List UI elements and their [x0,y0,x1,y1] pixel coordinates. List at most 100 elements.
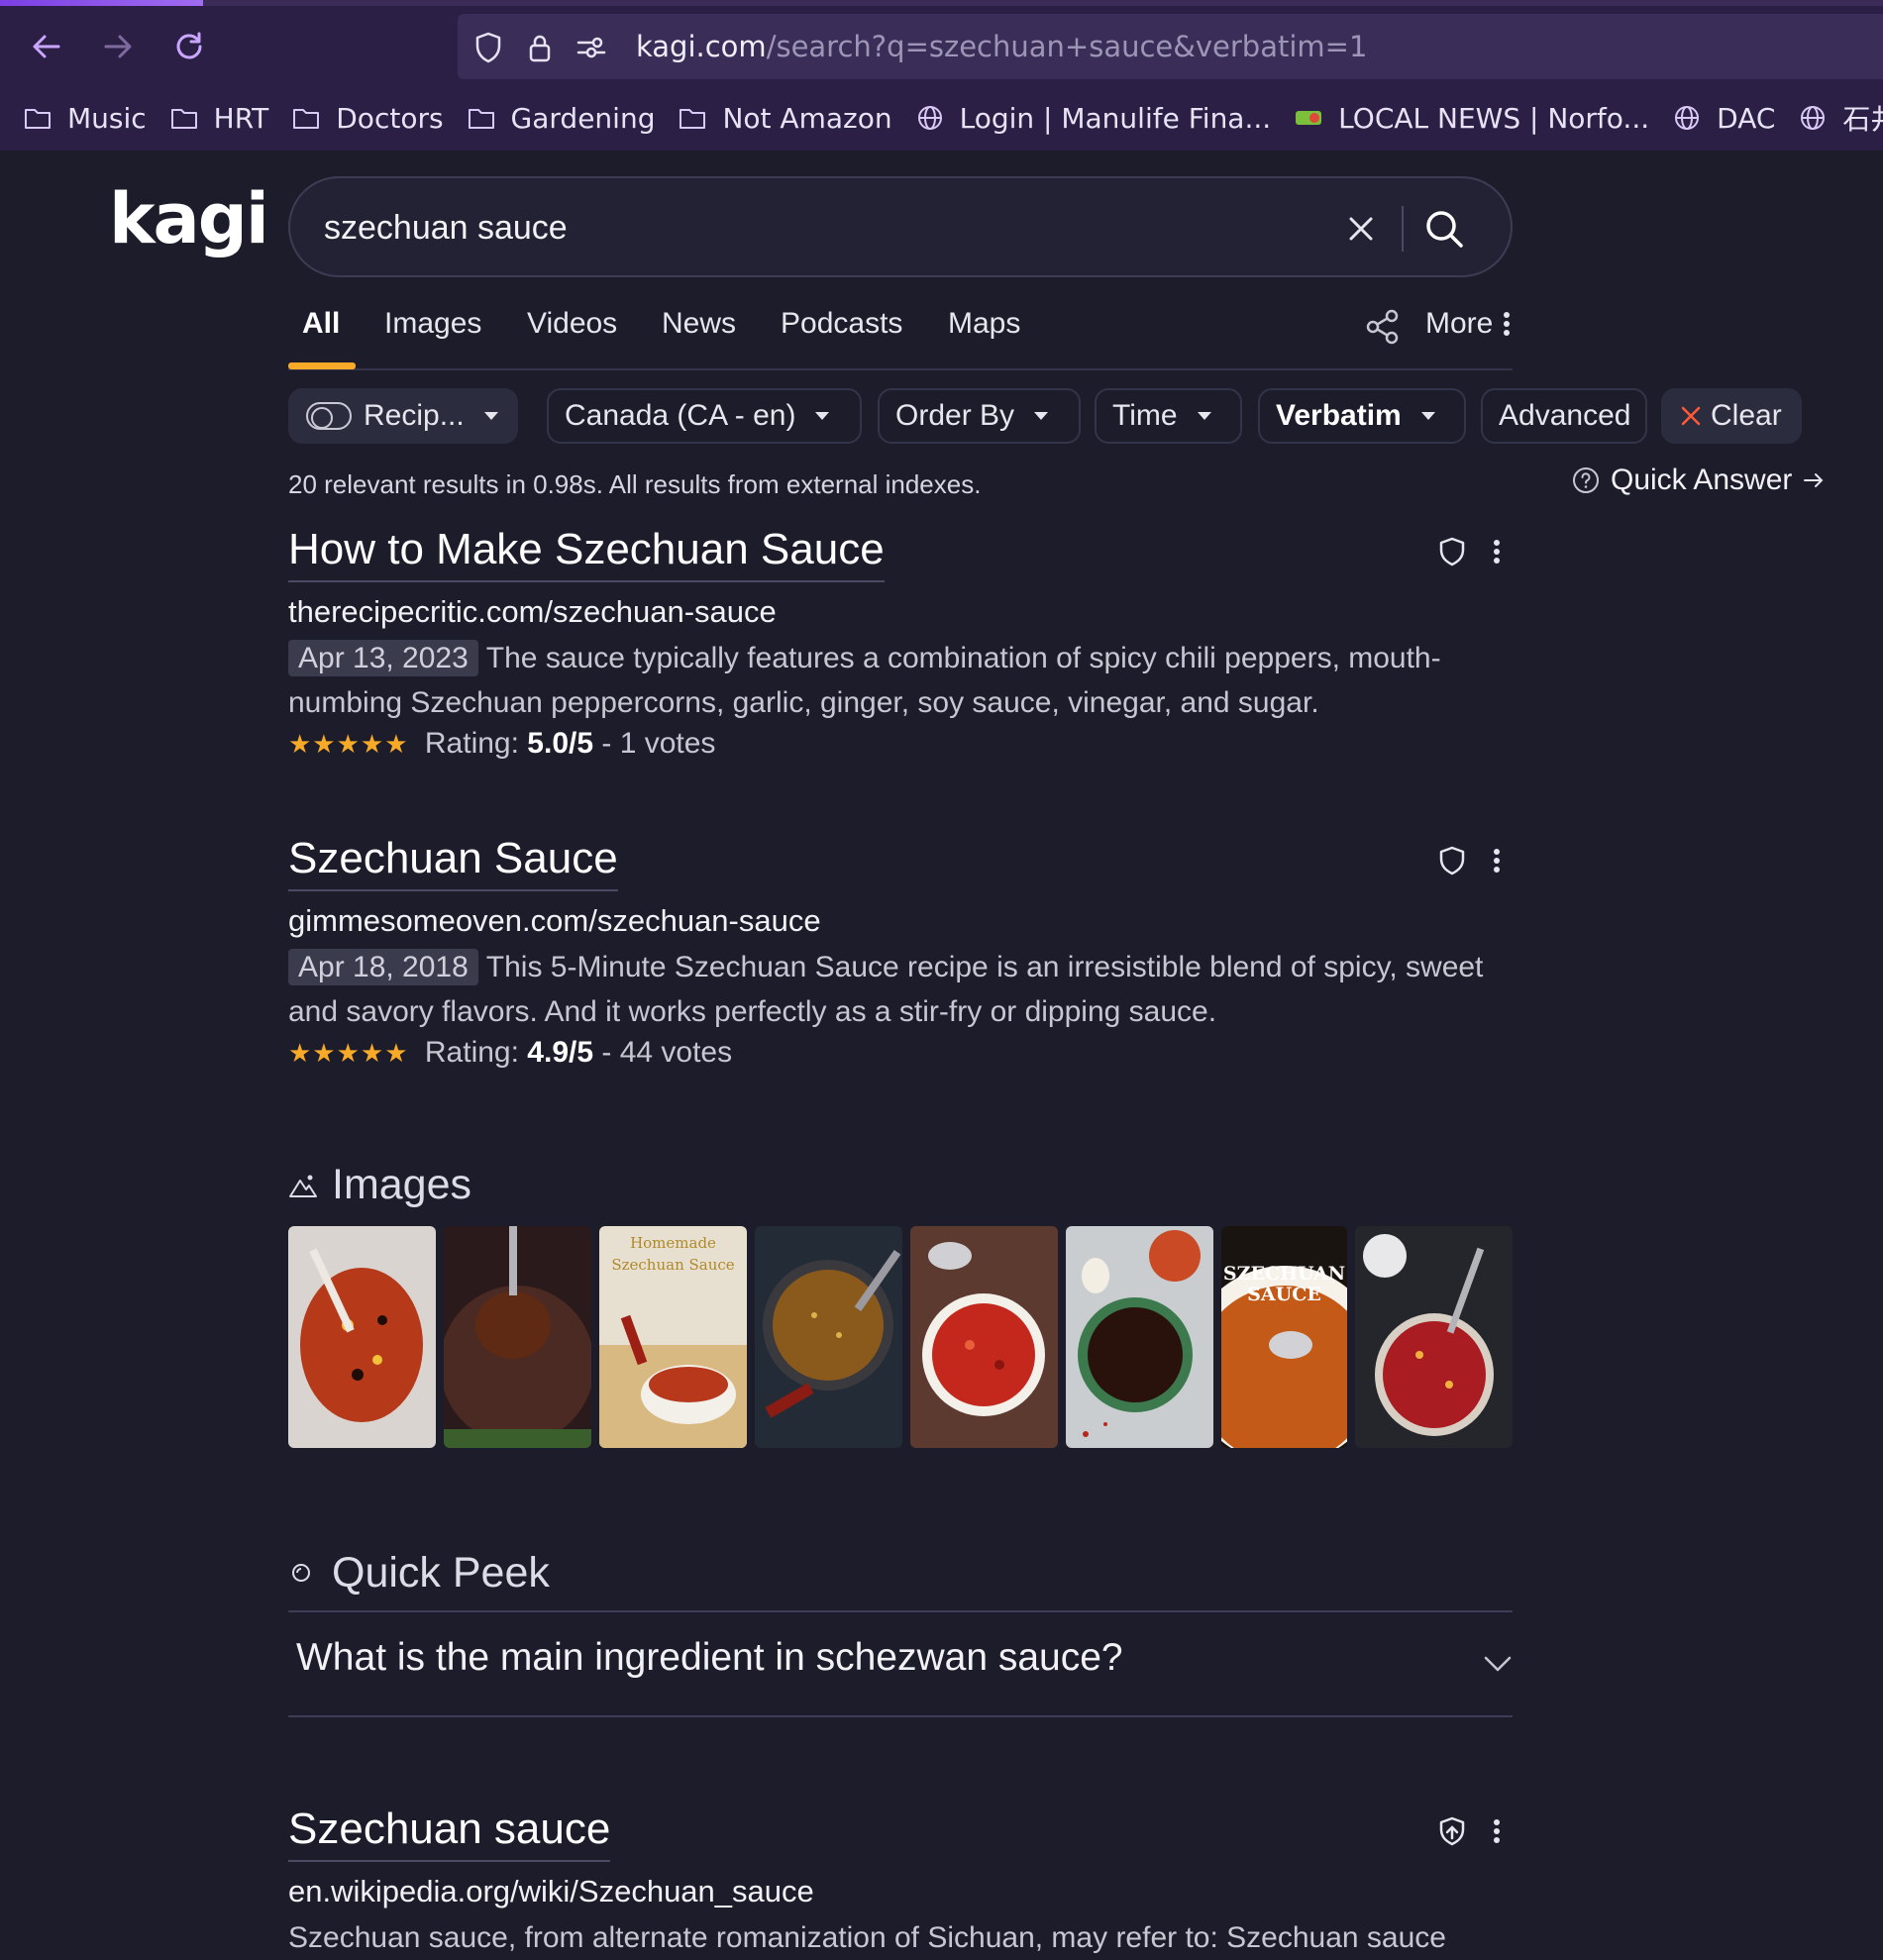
caret-down-icon [1197,412,1211,420]
rating-label: Rating: [424,1036,519,1069]
quick-peek-question[interactable]: What is the main ingredient in schezwan … [296,1636,1123,1680]
recipes-filter-label: Recip... [364,399,465,432]
shield-up-icon[interactable] [1435,1814,1469,1848]
site-permissions-icon[interactable] [575,31,608,64]
kebab-icon[interactable] [1493,848,1501,874]
image-thumbnail[interactable] [910,1226,1058,1448]
tab-all[interactable]: All [302,307,340,341]
bookmark-label: Login | Manulife Fina... [959,101,1272,135]
result-title-link[interactable]: Szechuan sauce [288,1805,611,1862]
divider [288,1715,1513,1717]
clear-filters-button[interactable]: Clear [1661,388,1802,444]
bookmark-item[interactable]: Gardening [468,101,656,135]
bookmark-item[interactable]: Not Amazon [679,101,892,135]
recipes-toggle[interactable] [306,402,352,430]
recipes-filter[interactable]: Recip... [288,388,518,444]
result-title-link[interactable]: Szechuan Sauce [288,834,618,891]
search-result: How to Make Szechuan Sauce therecipecrit… [288,525,1513,761]
bookmark-label: Doctors [336,101,444,135]
kagi-logo[interactable]: kagi [109,178,269,259]
result-date: Apr 13, 2023 [288,640,478,676]
image-thumbnail[interactable]: Homemade Szechuan Sauce [599,1226,747,1448]
tab-news[interactable]: News [662,307,736,341]
back-icon[interactable] [24,24,69,69]
time-filter[interactable]: Time [1095,388,1242,444]
bookmark-label: LOCAL NEWS | Norfo... [1338,101,1650,135]
kebab-icon[interactable] [1493,1818,1501,1844]
url-path: /search?q=szechuan+sauce&verbatim=1 [766,30,1368,63]
result-url[interactable]: therecipecritic.com/szechuan-sauce [288,594,1513,630]
chevron-down-icon[interactable] [1482,1648,1514,1680]
shield-icon[interactable] [1435,844,1469,877]
forward-icon[interactable] [95,24,141,69]
bookmark-item[interactable]: Doctors [292,101,444,135]
region-filter-label: Canada (CA - en) [565,399,796,432]
tab-podcasts[interactable]: Podcasts [781,307,902,341]
result-actions [1435,1814,1501,1848]
folder-icon [170,106,206,130]
search-icon[interactable] [1419,204,1469,254]
quick-answer-link[interactable]: Quick Answer [1561,464,1835,497]
shield-icon[interactable] [471,31,505,64]
region-filter[interactable]: Canada (CA - en) [547,388,862,444]
image-thumbnail[interactable] [1066,1226,1213,1448]
result-url[interactable]: gimmesomeoven.com/szechuan-sauce [288,903,1513,939]
shield-icon[interactable] [1435,535,1469,568]
search-input[interactable] [324,202,1314,254]
order-by-filter[interactable]: Order By [878,388,1081,444]
browser-chrome: kagi.com/search?q=szechuan+sauce&verbati… [0,0,1883,151]
images-heading-label: Images [332,1161,472,1208]
bookmark-label: DAC [1717,101,1776,135]
bookmark-item[interactable]: Music [24,102,147,135]
lock-icon[interactable] [523,31,557,64]
tab-strip [0,0,1883,6]
bookmark-item[interactable]: DAC [1673,102,1775,135]
advanced-button[interactable]: Advanced [1481,388,1647,444]
close-icon [1681,406,1701,426]
bookmark-item[interactable]: 石井妥師//info/ [1799,98,1883,138]
tab-maps[interactable]: Maps [948,307,1020,341]
bookmark-label: HRT [213,101,269,135]
url-text[interactable]: kagi.com/search?q=szechuan+sauce&verbati… [636,30,1367,63]
tab-images[interactable]: Images [384,307,481,341]
kagi-search-page: kagi All Images Videos News Podcasts Map… [0,151,1883,1960]
search-result: Szechuan sauce en.wikipedia.org/wiki/Sze… [288,1805,1513,1960]
bookmark-item[interactable]: Login | Manulife Fina... [916,101,1272,135]
result-actions [1435,844,1501,877]
active-tab-indicator[interactable] [0,0,203,6]
kebab-icon[interactable] [1493,539,1501,565]
result-url[interactable]: en.wikipedia.org/wiki/Szechuan_sauce [288,1874,1513,1909]
bookmark-label: Not Amazon [722,101,892,135]
address-bar[interactable]: kagi.com/search?q=szechuan+sauce&verbati… [458,14,1883,79]
rating-stars: ★★★★★ [288,729,409,759]
image-thumbnail[interactable] [444,1226,591,1448]
folder-icon [292,106,328,130]
globe-icon [1799,104,1834,132]
result-snippet: Szechuan sauce, from alternate romanizat… [288,1921,1446,1954]
clear-search-icon[interactable] [1340,208,1382,250]
folder-icon [24,106,59,130]
result-rating: ★★★★★ Rating: 4.9/5 - 44 votes [288,1036,1513,1070]
result-title-link[interactable]: How to Make Szechuan Sauce [288,525,885,582]
image-thumbnail[interactable] [755,1226,902,1448]
tab-videos[interactable]: Videos [527,307,617,341]
verbatim-filter[interactable]: Verbatim [1258,388,1466,444]
help-circle-icon [1573,467,1599,493]
image-thumbnail[interactable] [1355,1226,1513,1448]
bookmark-item[interactable]: HRT [170,101,269,135]
search-tabs: All Images Videos News Podcasts Maps Mor… [288,299,1513,370]
bookmark-label: 石井妥師//info/ [1842,103,1883,136]
verbatim-label: Verbatim [1276,399,1402,432]
image-thumbnail[interactable]: SZECHUAN SAUCE [1221,1226,1347,1448]
image-thumbnail[interactable] [288,1226,436,1448]
more-menu-button[interactable]: More [1425,307,1511,341]
reload-icon[interactable] [166,24,212,69]
bookmark-label: Gardening [510,101,656,135]
share-icon[interactable] [1363,307,1403,347]
bookmark-item[interactable]: LOCAL NEWS | Norfo... [1295,102,1649,135]
image-results: Homemade Szechuan Sauce SZECHUAN SAUCE [288,1226,1513,1448]
caret-down-icon [1034,412,1049,420]
rating-votes: - 1 votes [601,727,716,760]
quick-peek-label: Quick Peek [332,1549,550,1597]
thumbnail-caption: SZECHUAN [1222,1263,1346,1285]
